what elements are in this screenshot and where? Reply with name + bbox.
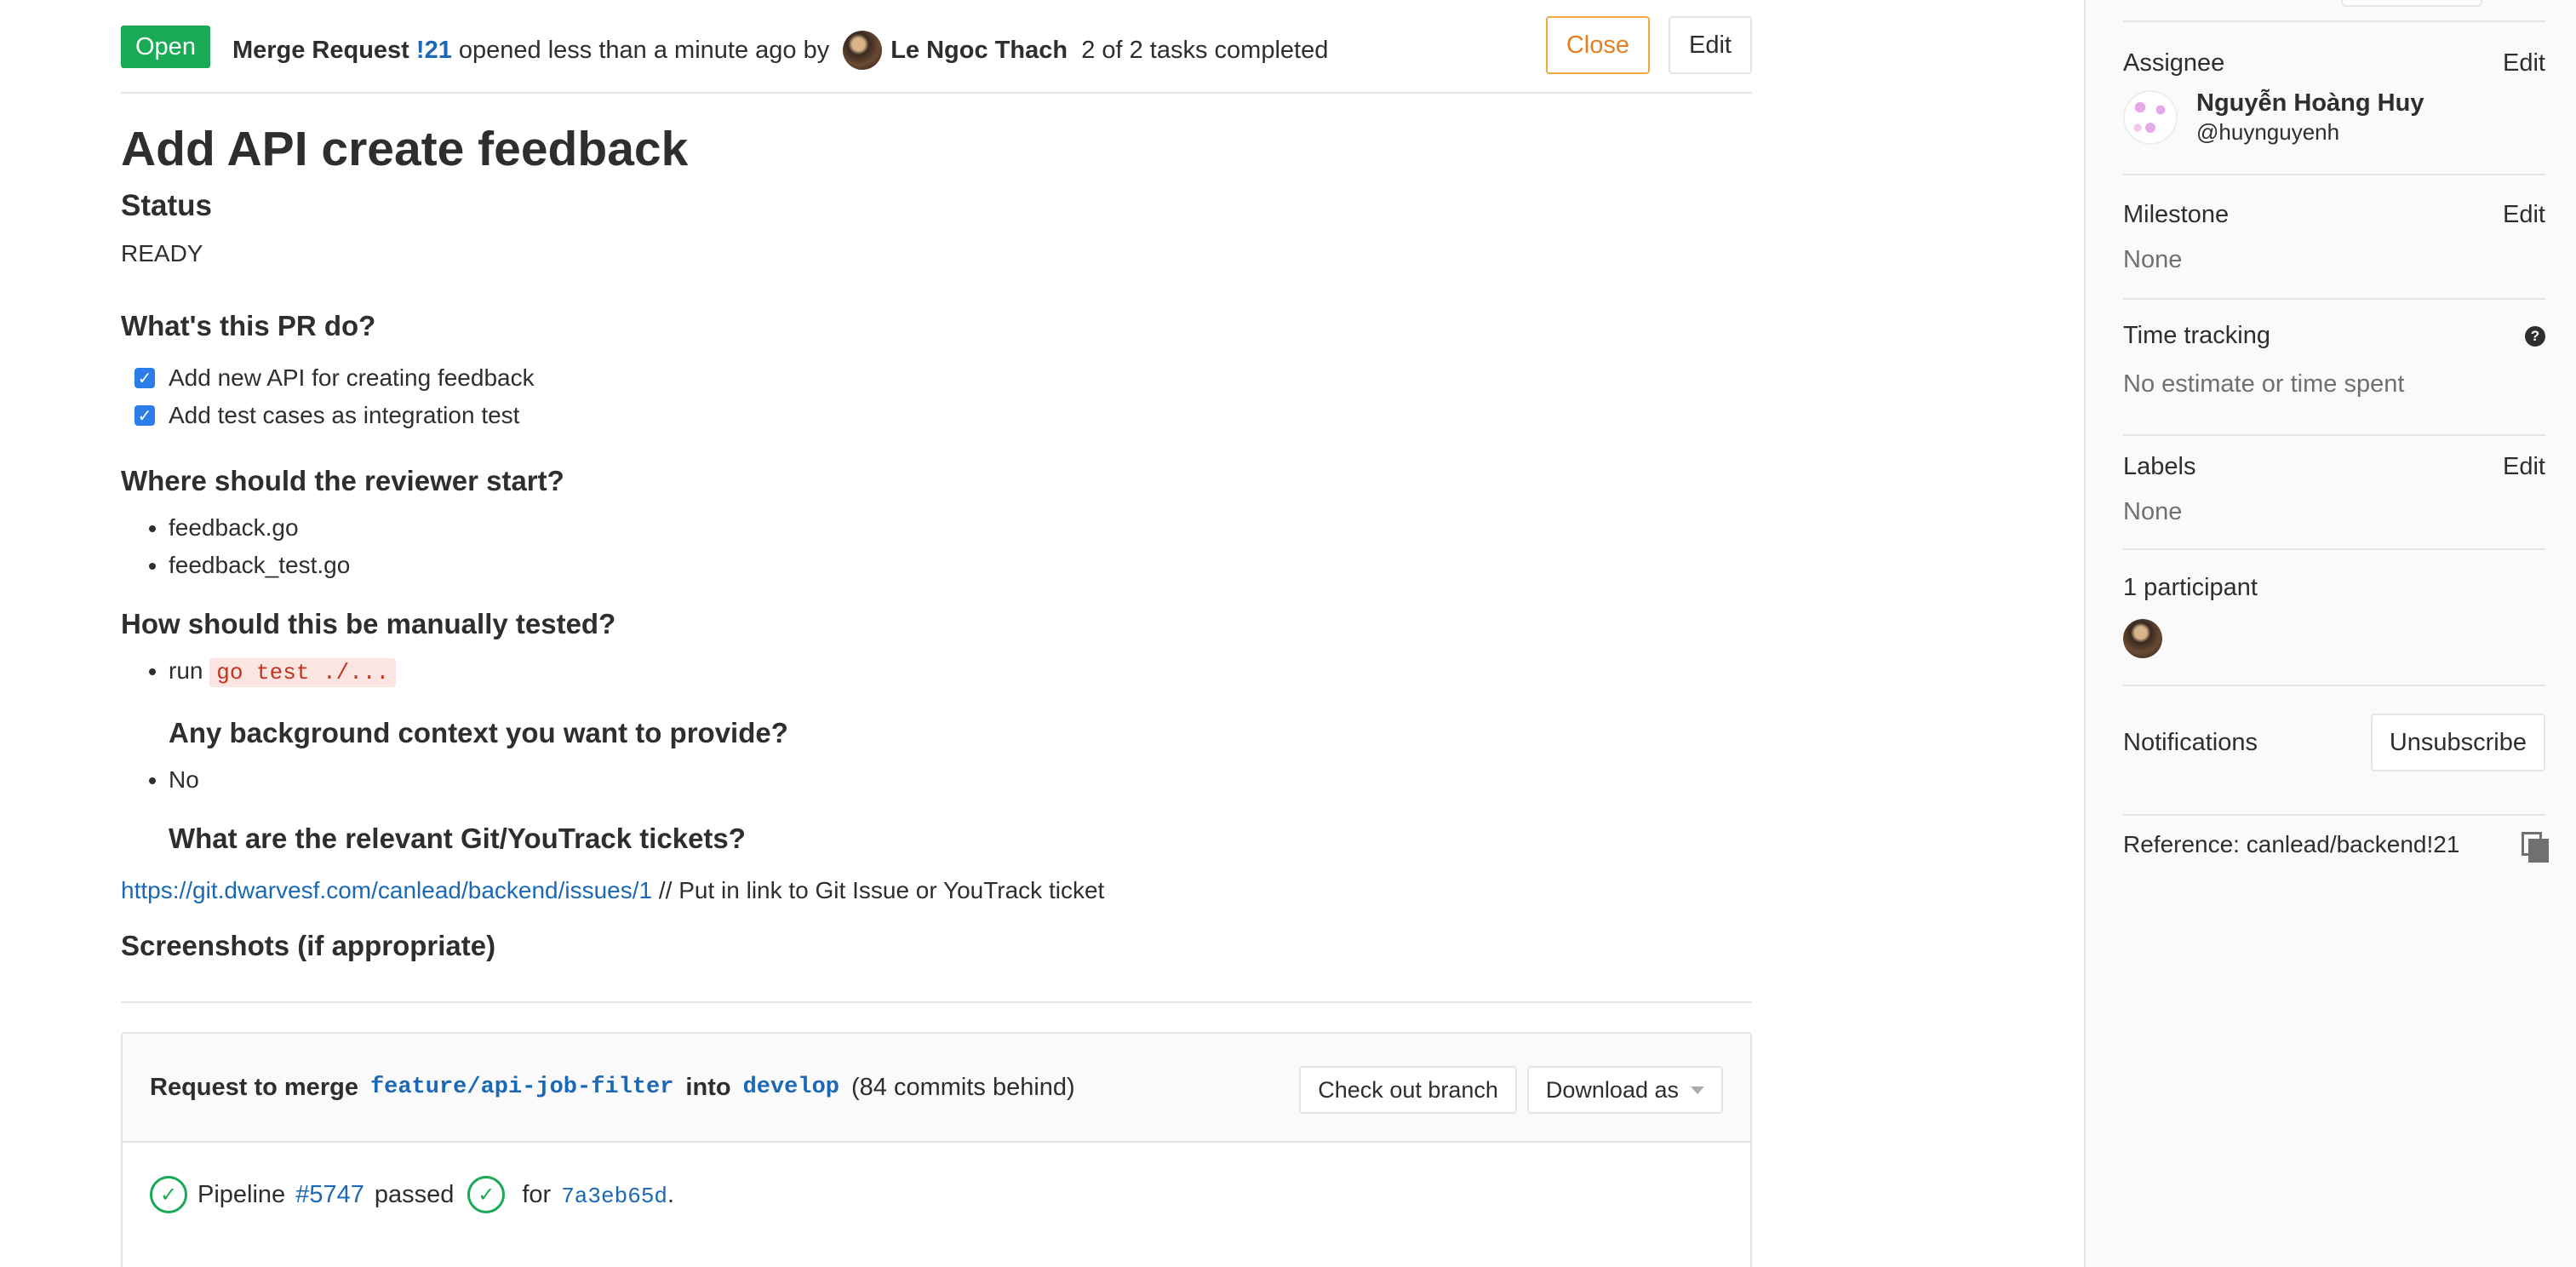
milestone-edit-link[interactable]: Edit	[2503, 201, 2545, 229]
inline-code: go test ./...	[209, 658, 397, 687]
assignee-block: Assignee Edit Nguyễn Hoàng Huy @huynguye…	[2123, 49, 2545, 175]
list-item: feedback_test.go	[169, 547, 1752, 584]
commits-behind: (84 commits behind)	[851, 1073, 1075, 1101]
status-badge: Open	[121, 26, 210, 68]
what-heading: What's this PR do?	[121, 310, 376, 341]
ticket-line: https://git.dwarvesf.com/canlead/backend…	[121, 877, 1752, 904]
background-heading: Any background context you want to provi…	[169, 717, 788, 748]
pipeline-status: ✓ Pipeline #5747 passed ✓ for 7a3eb65d.	[123, 1143, 1750, 1247]
participants-label: 1 participant	[2123, 574, 2258, 601]
time-tracking-value: No estimate or time spent	[2123, 370, 2405, 398]
assignee-edit-link[interactable]: Edit	[2503, 49, 2545, 77]
question-icon[interactable]: ?	[2525, 325, 2545, 347]
milestone-value: None	[2123, 246, 2183, 273]
manual-test-list: run go test ./...	[169, 652, 1752, 691]
avatar[interactable]	[2123, 619, 2162, 658]
list-item: feedback.go	[169, 509, 1752, 547]
mr-header-text: Merge Request !21 opened less than a min…	[232, 31, 1328, 70]
merge-request-label: Merge Request	[232, 36, 409, 64]
list-item: No	[169, 761, 1752, 799]
for-label: for	[522, 1180, 552, 1208]
period: .	[667, 1180, 675, 1208]
labels-value: None	[2123, 498, 2183, 525]
avatar	[2123, 90, 2178, 145]
merge-widget-actions: Check out branch Download as	[1299, 1066, 1723, 1114]
unsubscribe-button[interactable]: Unsubscribe	[2370, 714, 2545, 771]
screenshots-heading: Screenshots (if appropriate)	[121, 930, 496, 961]
task-list: ✓ Add new API for creating feedback ✓ Ad…	[135, 359, 1752, 434]
task-item: ✓ Add new API for creating feedback	[135, 359, 1752, 397]
labels-block: Labels Edit None	[2123, 453, 2545, 550]
task-item: ✓ Add test cases as integration test	[135, 397, 1752, 434]
opened-text: opened less than a minute ago by	[458, 36, 830, 64]
pipeline-passed: passed	[374, 1180, 455, 1208]
into-label: into	[685, 1073, 731, 1101]
time-tracking-block: Time tracking ? No estimate or time spen…	[2123, 322, 2545, 436]
edit-button[interactable]: Edit	[1669, 16, 1752, 74]
mr-description: Add API create feedback Status READY Wha…	[121, 119, 1752, 962]
status-value: READY	[121, 240, 203, 267]
pipeline-link[interactable]: #5747	[295, 1181, 364, 1209]
mr-header: Open Merge Request !21 opened less than …	[121, 15, 1752, 94]
tasks-status: 2 of 2 tasks completed	[1081, 36, 1329, 64]
reviewer-list: feedback.go feedback_test.go	[169, 509, 1752, 584]
labels-edit-link[interactable]: Edit	[2503, 453, 2545, 481]
assignee-label: Assignee	[2123, 49, 2225, 77]
ticket-link[interactable]: https://git.dwarvesf.com/canlead/backend…	[121, 877, 652, 903]
divider	[121, 1001, 1752, 1003]
sidebar-top-button[interactable]	[2341, 0, 2482, 7]
right-sidebar: Assignee Edit Nguyễn Hoàng Huy @huynguye…	[2084, 0, 2576, 1267]
merge-request-page: Open Merge Request !21 opened less than …	[0, 0, 2576, 1267]
stage-success-icon[interactable]: ✓	[467, 1176, 506, 1213]
run-text: run	[169, 657, 203, 684]
merge-widget: Request to merge feature/api-job-filter …	[121, 1032, 1752, 1267]
assignee-user[interactable]: Nguyễn Hoàng Huy @huynguyenh	[2123, 89, 2545, 146]
commit-sha-link[interactable]: 7a3eb65d	[561, 1184, 667, 1209]
page-title: Add API create feedback	[121, 122, 689, 176]
assignee-username: @huynguyenh	[2196, 119, 2340, 145]
chevron-down-icon	[1691, 1086, 1704, 1094]
reference-text: Reference: canlead/backend!21	[2123, 831, 2460, 857]
labels-label: Labels	[2123, 453, 2196, 480]
ticket-note: // Put in link to Git Issue or YouTrack …	[652, 877, 1105, 903]
manual-test-heading: How should this be manually tested?	[121, 608, 616, 639]
status-success-icon[interactable]: ✓	[150, 1176, 187, 1213]
task-label: Add test cases as integration test	[169, 402, 520, 428]
participants-block: 1 participant	[2123, 574, 2545, 686]
header-actions: Close Edit	[1545, 16, 1752, 74]
checkbox-checked-icon[interactable]: ✓	[135, 405, 155, 426]
close-button[interactable]: Close	[1545, 16, 1651, 74]
milestone-block: Milestone Edit None	[2123, 201, 2545, 300]
status-heading: Status	[121, 189, 212, 222]
reference-block: Reference: canlead/backend!21	[2123, 831, 2549, 891]
notifications-block: Notifications Unsubscribe	[2123, 714, 2545, 816]
list-item: run go test ./...	[169, 652, 1752, 691]
copy-icon[interactable]	[2522, 832, 2549, 863]
main-content: Open Merge Request !21 opened less than …	[121, 0, 1752, 1267]
task-label: Add new API for creating feedback	[169, 364, 535, 391]
divider	[2123, 20, 2545, 22]
pipeline-label: Pipeline	[197, 1180, 286, 1208]
download-as-label: Download as	[1545, 1076, 1679, 1103]
mr-ref-link[interactable]: !21	[416, 37, 452, 65]
notifications-label: Notifications	[2123, 728, 2258, 756]
time-tracking-label: Time tracking	[2123, 322, 2270, 349]
milestone-label: Milestone	[2123, 201, 2230, 228]
background-list: No	[169, 761, 1752, 799]
reviewer-heading: Where should the reviewer start?	[121, 465, 564, 496]
checkout-branch-button[interactable]: Check out branch	[1299, 1066, 1517, 1114]
request-to-merge-label: Request to merge	[150, 1073, 358, 1101]
checkbox-checked-icon[interactable]: ✓	[135, 368, 155, 388]
source-branch[interactable]: feature/api-job-filter	[370, 1075, 673, 1100]
download-as-button[interactable]: Download as	[1526, 1066, 1723, 1114]
assignee-name: Nguyễn Hoàng Huy	[2196, 89, 2424, 117]
merge-request-info: Request to merge feature/api-job-filter …	[123, 1034, 1750, 1143]
target-branch[interactable]: develop	[743, 1075, 839, 1100]
author-avatar[interactable]	[843, 31, 883, 70]
author-name[interactable]: Le Ngoc Thach	[890, 37, 1068, 65]
tickets-heading: What are the relevant Git/YouTrack ticke…	[169, 823, 746, 854]
